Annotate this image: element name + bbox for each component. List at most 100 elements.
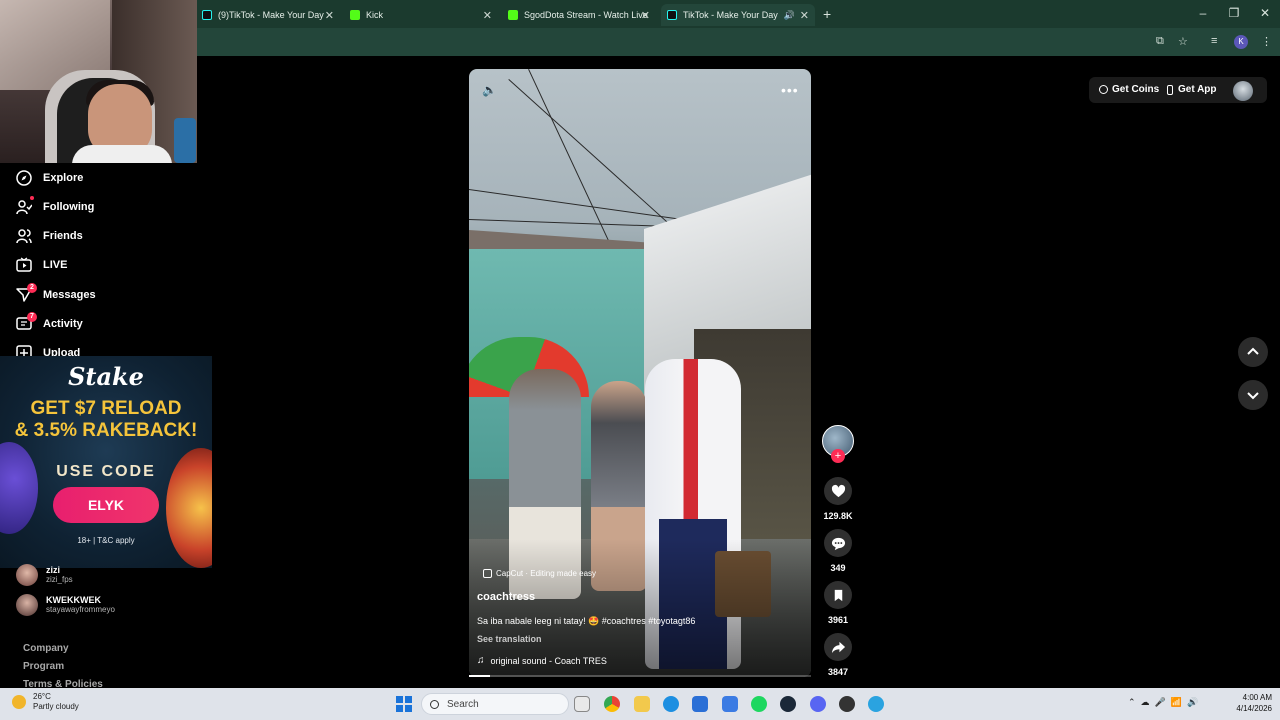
ad-headline-1: GET $7 RELOAD (30, 398, 182, 419)
app-icon[interactable] (722, 696, 738, 712)
avatar (16, 594, 38, 616)
nav-label: Explore (43, 172, 84, 184)
video-player[interactable] (469, 69, 811, 677)
tab-tiktok-1[interactable]: (9)TikTok - Make Your Day ✕ (196, 4, 340, 26)
nav-messages[interactable]: 2 Messages (16, 283, 96, 303)
footer-link-company[interactable]: Company (23, 643, 69, 654)
minimize-button[interactable]: – (1195, 6, 1211, 20)
taskbar-clock[interactable]: 4:00 AM 4/14/2026 (1222, 692, 1272, 714)
edge-icon[interactable] (663, 696, 679, 712)
tab-tiktok-active[interactable]: TikTok - Make Your Day 🔊 ✕ (661, 4, 815, 26)
store-icon[interactable] (692, 696, 708, 712)
ad-use-code: USE CODE (56, 463, 156, 480)
close-tab-icon[interactable]: ✕ (800, 9, 809, 22)
media-controls-icon[interactable]: ≡ (1211, 35, 1217, 47)
live-icon (16, 257, 32, 272)
activity-badge: 7 (27, 312, 37, 322)
nav-friends[interactable]: Friends (16, 228, 83, 244)
mute-icon[interactable]: 🔈 (482, 83, 497, 97)
nav-explore[interactable]: Explore (16, 170, 83, 186)
see-translation-link[interactable]: See translation (477, 634, 542, 644)
file-explorer-icon[interactable] (634, 696, 650, 712)
get-app-label: Get App (1178, 84, 1217, 95)
video-progress-bar[interactable] (469, 675, 811, 677)
account-handle: stayawayfrommeyo (46, 605, 115, 614)
share-count: 3847 (827, 667, 849, 677)
nav-label: Messages (43, 289, 96, 301)
task-view-icon[interactable] (574, 696, 590, 712)
close-window-button[interactable]: ✕ (1257, 6, 1273, 20)
tab-kick[interactable]: Kick ✕ (344, 4, 498, 26)
ad-headline-2: & 3.5% RAKEBACK! (14, 420, 198, 441)
clock-date: 4/14/2026 (1236, 704, 1272, 713)
previous-video-button[interactable] (1238, 337, 1268, 367)
app-icon[interactable] (839, 696, 855, 712)
following-account[interactable]: zizi zizi_fps (16, 564, 73, 586)
weather-widget[interactable]: 26°C Partly cloudy (12, 692, 79, 712)
account-handle: zizi_fps (46, 575, 73, 584)
account-name: KWEKKWEK (46, 595, 101, 605)
chrome-icon[interactable] (604, 696, 620, 712)
telegram-icon[interactable] (868, 696, 884, 712)
get-coins-label: Get Coins (1112, 84, 1160, 95)
close-tab-icon[interactable]: ✕ (641, 9, 650, 22)
save-count: 3961 (827, 615, 849, 625)
ad-code-button: ELYK (53, 487, 159, 523)
account-name: zizi (46, 565, 61, 575)
tab-title: TikTok - Make Your Day (683, 10, 778, 20)
capcut-label[interactable]: CapCut · Editing made easy (483, 569, 596, 578)
restore-button[interactable]: ❐ (1226, 6, 1242, 20)
kick-icon (508, 10, 518, 20)
nav-label: LIVE (43, 259, 68, 271)
speaker-icon[interactable]: 🔊 (784, 10, 795, 21)
nav-label: Activity (43, 318, 83, 330)
taskbar-search[interactable]: Search (421, 693, 569, 715)
next-video-button[interactable] (1238, 380, 1268, 410)
stake-logo: Stake (68, 362, 144, 391)
tab-title: SgodDota Stream - Watch Live (524, 10, 648, 20)
browser-profile-avatar[interactable]: K (1234, 35, 1248, 49)
windows-start-button[interactable] (396, 696, 412, 712)
nav-label: Friends (43, 230, 83, 242)
more-options-icon[interactable]: ••• (781, 82, 799, 98)
friends-icon (16, 229, 32, 244)
nav-live[interactable]: LIVE (16, 257, 67, 273)
system-tray[interactable]: ⌃ ☁ 🎤 📶 🔊 (1128, 697, 1198, 708)
tab-title: (9)TikTok - Make Your Day (218, 10, 324, 20)
comment-action[interactable]: 349 (822, 529, 854, 573)
follow-plus-button[interactable]: + (831, 449, 845, 463)
discord-icon[interactable] (810, 696, 826, 712)
video-author[interactable]: coachtress (477, 591, 535, 603)
search-placeholder: Search (447, 698, 479, 710)
spotify-icon[interactable] (751, 696, 767, 712)
chevron-up-icon (1247, 347, 1259, 355)
tab-title: Kick (366, 10, 384, 20)
sound-name: original sound - Coach TRES (490, 655, 607, 666)
footer-link-program[interactable]: Program (23, 661, 64, 672)
kick-icon (350, 10, 360, 20)
like-action[interactable]: 129.8K (822, 477, 854, 521)
notification-dot (30, 196, 34, 200)
nav-following[interactable]: Following (16, 196, 95, 215)
install-icon[interactable]: ⧉ (1156, 35, 1164, 48)
following-account[interactable]: KWEKKWEK stayawayfrommeyo (16, 594, 115, 616)
share-action[interactable]: 3847 (822, 633, 854, 677)
tiktok-icon (202, 10, 212, 20)
video-sound[interactable]: ♫ original sound - Coach TRES (477, 655, 607, 666)
partly-cloudy-icon (12, 695, 26, 709)
browser-menu-icon[interactable]: ⋮ (1261, 35, 1272, 48)
search-icon (430, 699, 439, 709)
new-tab-button[interactable]: + (823, 6, 831, 22)
close-tab-icon[interactable]: ✕ (483, 9, 492, 22)
profile-avatar[interactable] (1233, 81, 1253, 101)
get-coins-button[interactable]: Get Coins (1099, 84, 1159, 95)
bookmark-star-icon[interactable]: ☆ (1178, 35, 1188, 48)
messages-badge: 2 (27, 283, 37, 293)
nav-activity[interactable]: 7 Activity (16, 312, 83, 332)
get-app-button[interactable]: Get App (1167, 84, 1217, 95)
tab-sgoddota[interactable]: SgodDota Stream - Watch Live ✕ (502, 4, 656, 26)
save-action[interactable]: 3961 (822, 581, 854, 625)
steam-icon[interactable] (780, 696, 796, 712)
close-tab-icon[interactable]: ✕ (325, 9, 334, 22)
nav-label: Following (43, 201, 95, 213)
